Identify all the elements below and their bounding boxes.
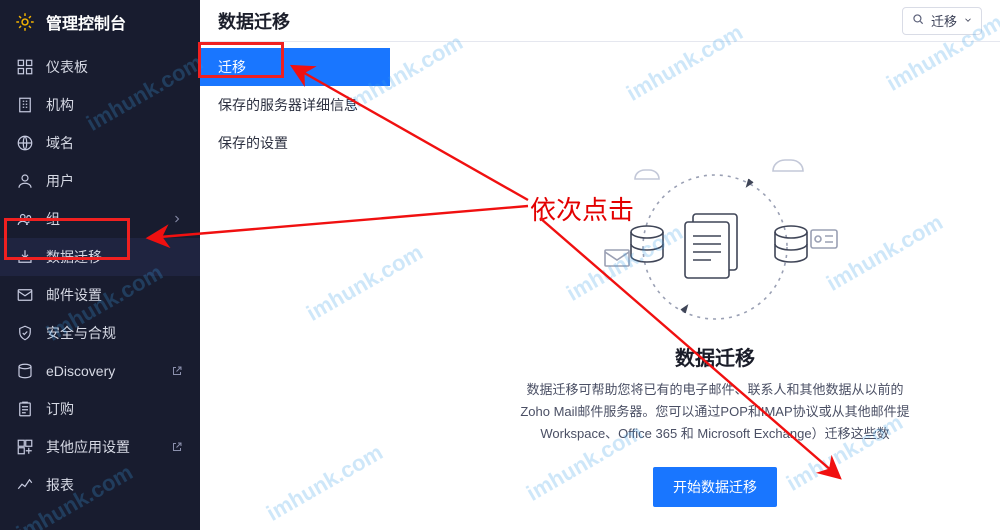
mail-gear-icon <box>16 286 34 304</box>
brand-logo-icon <box>14 11 36 33</box>
sidebar-item-label: 报表 <box>46 475 184 495</box>
subnav-item-label: 保存的服务器详细信息 <box>218 95 358 115</box>
sidebar-item-label: 安全与合规 <box>46 323 184 343</box>
page-header: 数据迁移 迁移 <box>200 0 1000 42</box>
sidebar: 管理控制台 仪表板 机构 域名 用户 组 <box>0 0 200 530</box>
hero-title: 数据迁移 <box>675 342 755 371</box>
subnav-item-migrate[interactable]: 迁移 <box>200 48 390 86</box>
content: 数据迁移 数据迁移可帮助您将已有的电子邮件、联系人和其他数据从以前的 Zoho … <box>390 42 1000 530</box>
page-title: 数据迁移 <box>218 8 290 34</box>
start-migration-button[interactable]: 开始数据迁移 <box>653 467 777 507</box>
subnav-item-label: 保存的设置 <box>218 133 288 153</box>
chart-line-icon <box>16 476 34 494</box>
sidebar-item-label: 其他应用设置 <box>46 437 158 457</box>
migration-illustration-icon <box>585 152 845 322</box>
hero-description: 数据迁移可帮助您将已有的电子邮件、联系人和其他数据从以前的 Zoho Mail邮… <box>520 379 909 445</box>
apps-icon <box>16 438 34 456</box>
sidebar-item-ediscovery[interactable]: eDiscovery <box>0 352 200 390</box>
user-icon <box>16 172 34 190</box>
main: 数据迁移 迁移 迁移 保存的服务器详细信息 保存的设置 <box>200 0 1000 530</box>
sidebar-item-label: eDiscovery <box>46 363 158 379</box>
external-link-icon <box>170 440 184 454</box>
subnav-item-saved-servers[interactable]: 保存的服务器详细信息 <box>200 86 390 124</box>
search-icon <box>911 12 925 29</box>
clipboard-icon <box>16 400 34 418</box>
subnav-item-label: 迁移 <box>218 57 246 77</box>
building-icon <box>16 96 34 114</box>
sidebar-item-users[interactable]: 用户 <box>0 162 200 200</box>
main-body: 迁移 保存的服务器详细信息 保存的设置 <box>200 42 1000 530</box>
search-scope-label: 迁移 <box>931 11 957 30</box>
sidebar-item-label: 域名 <box>46 133 184 153</box>
brand-title: 管理控制台 <box>46 10 126 34</box>
sidebar-item-label: 仪表板 <box>46 57 184 77</box>
sidebar-item-label: 用户 <box>46 171 184 191</box>
sidebar-nav: 仪表板 机构 域名 用户 组 数据迁移 <box>0 44 200 504</box>
sidebar-item-migration[interactable]: 数据迁移 <box>0 238 200 276</box>
subnav: 迁移 保存的服务器详细信息 保存的设置 <box>200 42 390 530</box>
dashboard-icon <box>16 58 34 76</box>
sidebar-item-label: 邮件设置 <box>46 285 184 305</box>
external-link-icon <box>170 364 184 378</box>
group-icon <box>16 210 34 228</box>
search-scope-dropdown[interactable]: 迁移 <box>902 7 982 35</box>
sidebar-item-otherapps[interactable]: 其他应用设置 <box>0 428 200 466</box>
chevron-down-icon <box>963 13 973 28</box>
hero: 数据迁移 数据迁移可帮助您将已有的电子邮件、联系人和其他数据从以前的 Zoho … <box>390 152 1000 507</box>
sidebar-item-reports[interactable]: 报表 <box>0 466 200 504</box>
chevron-right-icon <box>170 212 184 226</box>
subnav-item-saved-settings[interactable]: 保存的设置 <box>200 124 390 162</box>
sidebar-item-org[interactable]: 机构 <box>0 86 200 124</box>
sidebar-item-dashboard[interactable]: 仪表板 <box>0 48 200 86</box>
sidebar-item-label: 机构 <box>46 95 184 115</box>
globe-icon <box>16 134 34 152</box>
inbox-download-icon <box>16 248 34 266</box>
sidebar-item-label: 组 <box>46 209 158 229</box>
sidebar-item-security[interactable]: 安全与合规 <box>0 314 200 352</box>
brand: 管理控制台 <box>0 0 200 44</box>
archive-icon <box>16 362 34 380</box>
shield-icon <box>16 324 34 342</box>
sidebar-item-mailsettings[interactable]: 邮件设置 <box>0 276 200 314</box>
sidebar-item-domain[interactable]: 域名 <box>0 124 200 162</box>
sidebar-item-groups[interactable]: 组 <box>0 200 200 238</box>
sidebar-item-subscription[interactable]: 订购 <box>0 390 200 428</box>
sidebar-item-label: 订购 <box>46 399 184 419</box>
sidebar-item-label: 数据迁移 <box>46 247 184 267</box>
